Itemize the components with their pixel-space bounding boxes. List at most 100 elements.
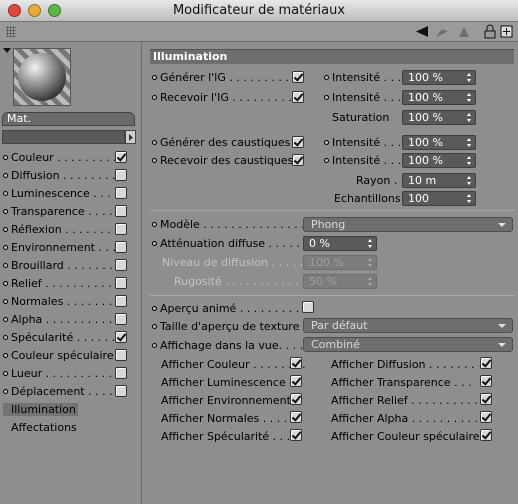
show-alpha-checkbox[interactable] <box>480 411 492 423</box>
receive-caustics-checkbox[interactable] <box>292 154 304 166</box>
show-specularite-checkbox[interactable] <box>290 429 302 441</box>
channel-checkbox-alpha[interactable] <box>115 313 127 325</box>
channel-label-couleur[interactable]: Couleur . . . . . . . . . <box>11 151 117 164</box>
receive-gi-checkbox[interactable] <box>292 91 304 103</box>
separator <box>150 295 514 296</box>
spinner-icon[interactable] <box>467 138 472 147</box>
roughness-field: 50 % <box>303 274 377 289</box>
saturation-field[interactable]: 100 % <box>402 110 476 125</box>
show-alpha-label: Afficher Alpha . . . . . . . . . . <box>331 412 479 425</box>
channel-checkbox-brouillard[interactable] <box>115 259 127 271</box>
spinner-icon[interactable] <box>368 239 373 248</box>
channel-label-normales[interactable]: Normales . . . . . . . . <box>11 295 119 308</box>
spinner-icon[interactable] <box>467 194 472 203</box>
back-arrow-icon[interactable] <box>414 24 430 39</box>
new-window-icon[interactable] <box>500 24 513 39</box>
material-scrollbar-track[interactable] <box>2 130 125 144</box>
channel-checkbox-luminescence[interactable] <box>115 187 127 199</box>
spinner-icon[interactable] <box>467 113 472 122</box>
receive-gi-label: Recevoir l'IG . . . . . . . . . <box>160 91 292 104</box>
caustics-intensity-2-field[interactable]: 100 % <box>402 153 476 168</box>
spinner-icon <box>368 258 373 267</box>
radius-field[interactable]: 10 m <box>402 173 476 188</box>
diffuse-level-value: 100 % <box>309 256 344 269</box>
channel-checkbox-transparence[interactable] <box>115 205 127 217</box>
viewport-display-dropdown[interactable]: Combiné <box>303 337 513 352</box>
show-transparence-checkbox[interactable] <box>480 375 492 387</box>
roughness-value: 50 % <box>309 275 337 288</box>
animated-preview-checkbox[interactable] <box>302 301 314 313</box>
show-luminescence-checkbox[interactable] <box>290 375 302 387</box>
generate-caustics-label: Générer des caustiques <box>160 136 291 149</box>
channel-checkbox-lueur[interactable] <box>115 367 127 379</box>
collapse-triangle-icon[interactable] <box>3 48 11 54</box>
sidebar-item-affectations[interactable]: Affectations <box>11 421 77 434</box>
channel-label-environnement[interactable]: Environnement . . . . <box>11 241 123 254</box>
param-dot <box>324 158 329 163</box>
generate-caustics-checkbox[interactable] <box>292 136 304 148</box>
channel-label-deplacement[interactable]: Déplacement . . . . . <box>11 385 120 398</box>
channel-label-transparence[interactable]: Transparence . . . . <box>11 205 113 218</box>
show-normales-checkbox[interactable] <box>290 411 302 423</box>
forward-arrow-icon[interactable] <box>434 24 450 39</box>
generate-gi-checkbox[interactable] <box>292 71 304 83</box>
diffuse-falloff-field[interactable]: 0 % <box>303 236 377 251</box>
channel-checkbox-couleur[interactable] <box>115 151 127 163</box>
channel-label-diffusion[interactable]: Diffusion . . . . . . . . <box>11 169 116 182</box>
channel-label-luminescence[interactable]: Luminescence . . . . . <box>11 187 125 200</box>
channel-dot <box>3 245 8 250</box>
caustics-intensity-1-label: Intensité . . . <box>332 136 402 149</box>
channel-checkbox-specularite[interactable] <box>115 331 127 343</box>
up-arrow-icon[interactable] <box>456 24 472 39</box>
viewport-display-label: Affichage dans la vue. . . . . . <box>160 339 318 352</box>
channel-dot <box>3 209 8 214</box>
window-title: Modificateur de matériaux <box>172 3 346 18</box>
channel-label-specularite[interactable]: Spécularité . . . . . . <box>11 331 115 344</box>
gi-intensity-2-label: Intensité . . . <box>332 91 402 104</box>
channel-label-brouillard[interactable]: Brouillard . . . . . . . . <box>11 259 120 272</box>
spinner-icon[interactable] <box>467 156 472 165</box>
caustics-intensity-1-field[interactable]: 100 % <box>402 135 476 150</box>
channel-checkbox-environnement[interactable] <box>115 241 127 253</box>
show-diffusion-checkbox[interactable] <box>480 357 492 369</box>
lock-icon[interactable] <box>484 24 496 39</box>
texture-preview-size-dropdown[interactable]: Par défaut <box>303 318 513 333</box>
saturation-label: Saturation <box>332 111 390 124</box>
material-editor-window: Modificateur de matériaux Mat. Couleur .… <box>0 0 518 504</box>
gi-intensity-1-field[interactable]: 100 % <box>402 70 476 85</box>
samples-field[interactable]: 100 <box>402 191 476 206</box>
channel-label-alpha[interactable]: Alpha . . . . . . . . . . . <box>11 313 119 326</box>
channel-dot <box>3 299 8 304</box>
channel-checkbox-diffusion[interactable] <box>115 169 127 181</box>
param-dot <box>324 95 329 100</box>
channel-checkbox-couleur-speculaire[interactable] <box>115 349 127 361</box>
material-preview[interactable] <box>13 48 71 106</box>
show-couleur-label: Afficher Couleur . . . . . . . . <box>161 358 306 371</box>
show-environnement-checkbox[interactable] <box>290 393 302 405</box>
gi-intensity-2-field[interactable]: 100 % <box>402 90 476 105</box>
channel-checkbox-deplacement[interactable] <box>115 385 127 397</box>
channel-dot <box>3 353 8 358</box>
diffuse-level-label: Niveau de diffusion . . . . . <box>162 256 304 269</box>
channel-checkbox-reflexion[interactable] <box>115 223 127 235</box>
spinner-icon[interactable] <box>467 93 472 102</box>
channel-label-relief[interactable]: Relief . . . . . . . . . . . <box>11 277 119 290</box>
channel-dot <box>3 389 8 394</box>
gi-intensity-1-label: Intensité . . . <box>332 71 402 84</box>
show-relief-checkbox[interactable] <box>480 393 492 405</box>
param-dot <box>152 158 157 163</box>
model-dropdown[interactable]: Phong <box>303 217 513 232</box>
channel-label-couleur-speculaire[interactable]: Couleur spéculaire <box>11 349 114 362</box>
show-couleur-speculaire-checkbox[interactable] <box>480 429 492 441</box>
channel-checkbox-relief[interactable] <box>115 277 127 289</box>
show-environnement-label: Afficher Environnement <box>161 394 291 407</box>
show-couleur-checkbox[interactable] <box>290 357 302 369</box>
sidebar-item-illumination[interactable]: Illumination <box>11 403 76 416</box>
channel-label-reflexion[interactable]: Réflexion . . . . . . . . <box>11 223 118 236</box>
material-name-field[interactable]: Mat. <box>2 112 135 126</box>
scroll-right-button[interactable] <box>125 130 136 144</box>
spinner-icon[interactable] <box>467 176 472 185</box>
channel-checkbox-normales[interactable] <box>115 295 127 307</box>
spinner-icon[interactable] <box>467 73 472 82</box>
channel-label-lueur[interactable]: Lueur . . . . . . . . . . . <box>11 367 119 380</box>
